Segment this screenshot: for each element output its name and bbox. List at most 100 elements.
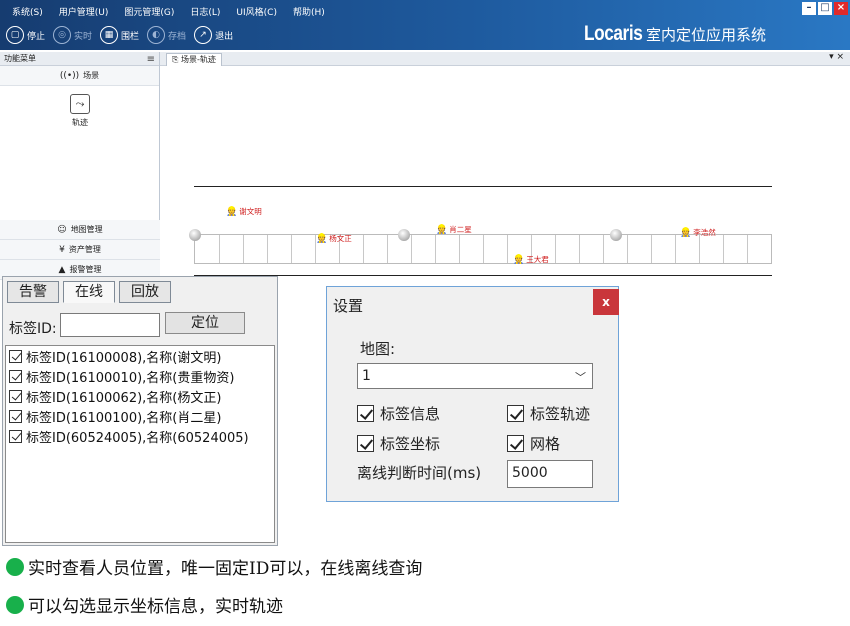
tab-menu-icon[interactable]: ▾ × [829,52,844,62]
close-icon[interactable]: × [834,2,848,15]
sidebar-item-track[interactable]: ⤳ 轨迹 [68,94,92,128]
realtime-button[interactable]: ◎ 实时 [53,26,92,44]
window-controls: – □ × [800,2,848,15]
tag-coord-checkbox[interactable]: 标签坐标 [357,433,440,454]
corridor-cell-divider [699,235,700,263]
scene-tab-icon: ⎘ [172,55,181,64]
list-item[interactable]: 标签ID(16100008),名称(谢文明) [6,346,274,366]
offline-time-label: 离线判断时间(ms) [357,464,482,482]
wall-line-bottom [194,275,772,276]
list-item[interactable]: 标签ID(16100100),名称(肖二星) [6,406,274,426]
maximize-icon[interactable]: □ [818,2,832,15]
stop-icon: ▢ [6,26,24,44]
realtime-icon: ◎ [53,26,72,44]
corridor-cell-divider [435,235,436,263]
corridor-cell-divider [411,235,412,263]
fence-icon: ▦ [100,26,119,44]
map-select[interactable]: 1 ﹀ [357,363,593,389]
person-marker[interactable]: 👷 肖二星 [436,224,472,235]
brand: Locaris 室内定位应用系统 [584,20,766,48]
settings-dialog: 设置 x 地图: 1 ﹀ 标签信息 标签轨迹 标签坐标 网格 离线判断时间(ms… [326,286,619,502]
person-marker[interactable]: 👷 杨文正 [316,233,352,244]
green-dot-icon [6,595,24,614]
sidebar-item-map-management[interactable]: ☺ 地图管理 [0,220,160,240]
chevron-down-icon: ﹀ [575,371,586,384]
sidebar-item-scene[interactable]: ((•)) 场景 [0,66,159,86]
minimize-icon[interactable]: – [802,2,816,15]
toolbar: ▢ 停止 ◎ 实时 ▦ 围栏 ◐ 存档 ↗ 退出 [6,22,241,48]
tag-checkbox[interactable] [9,369,22,383]
person-marker[interactable]: 👷 李浩然 [680,227,716,238]
corridor-cell-divider [459,235,460,263]
checkbox-checked[interactable] [507,405,524,422]
list-item[interactable]: 标签ID(16100010),名称(贵重物资) [6,366,274,386]
menu-user-management[interactable]: 用户管理(U) [51,3,117,19]
user-icon: ☺ [57,224,67,235]
tag-checkbox[interactable] [9,409,22,423]
pillar-icon [189,229,201,241]
corridor-cell-divider [627,235,628,263]
person-icon: 👷 [226,206,238,217]
corridor-cell-divider [603,235,604,263]
grid-checkbox[interactable]: 网格 [507,433,560,454]
list-item[interactable]: 标签ID(60524005),名称(60524005) [6,426,274,446]
corridor [194,234,772,264]
tag-info-checkbox[interactable]: 标签信息 [357,403,440,424]
tag-checkbox[interactable] [9,349,22,363]
menu-element-management[interactable]: 图元管理(G) [116,3,182,19]
person-marker[interactable]: 👷 王大君 [513,254,549,265]
map-select-value: 1 [362,368,371,384]
track-icon: ⤳ [70,94,90,114]
checkbox-checked[interactable] [507,435,524,452]
tag-list: 标签ID(16100008),名称(谢文明) 标签ID(16100010),名称… [5,345,275,543]
menu-system[interactable]: 系统(S) [4,3,51,19]
note-2: 可以勾选显示坐标信息，实时轨迹 [6,592,283,617]
menu-log[interactable]: 日志(L) [182,3,228,19]
title-bar: 系统(S) 用户管理(U) 图元管理(G) 日志(L) UI风格(C) 帮助(H… [0,0,850,50]
online-tag-panel: 告警 在线 回放 标签ID: 定位 标签ID(16100008),名称(谢文明)… [2,276,278,546]
corridor-cell-divider [723,235,724,263]
pillar-icon [398,229,410,241]
tag-checkbox[interactable] [9,429,22,443]
menu-help[interactable]: 帮助(H) [285,3,333,19]
checkbox-checked[interactable] [357,405,374,422]
menu-bar: 系统(S) 用户管理(U) 图元管理(G) 日志(L) UI风格(C) 帮助(H… [4,3,333,19]
tab-alarm[interactable]: 告警 [7,281,59,303]
store-button[interactable]: ◐ 存档 [147,26,186,44]
dialog-title: 设置 [333,297,364,315]
fence-button[interactable]: ▦ 围栏 [100,26,139,44]
tag-checkbox[interactable] [9,389,22,403]
corridor-cell-divider [387,235,388,263]
store-icon: ◐ [147,26,166,44]
corridor-cell-divider [507,235,508,263]
brand-logo: Locaris [584,22,643,45]
locate-button[interactable]: 定位 [165,312,245,334]
tag-id-input[interactable] [60,313,160,337]
person-icon: 👷 [316,233,328,244]
sidebar-bottom-sections: ☺ 地图管理 ¥ 资产管理 ▲ 报警管理 [0,220,160,280]
person-marker[interactable]: 👷 谢文明 [226,206,262,217]
tab-playback[interactable]: 回放 [119,281,171,303]
antenna-icon: ((•)) [59,70,80,81]
exit-button[interactable]: ↗ 退出 [194,26,233,44]
tag-track-checkbox[interactable]: 标签轨迹 [507,403,590,424]
tab-online[interactable]: 在线 [63,281,115,303]
menu-ui-style[interactable]: UI风格(C) [228,3,285,19]
person-icon: 👷 [513,254,525,265]
panel-tabs: 告警 在线 回放 [7,281,175,303]
corridor-cell-divider [291,235,292,263]
green-dot-icon [6,557,24,576]
offline-time-input[interactable]: 5000 [507,460,593,488]
stop-button[interactable]: ▢ 停止 [6,26,45,44]
sidebar-item-asset-management[interactable]: ¥ 资产管理 [0,240,160,260]
yen-icon: ¥ [59,244,65,255]
corridor-cell-divider [675,235,676,263]
tab-scene-track[interactable]: ⎘ 场景-轨迹 [166,53,222,66]
hamburger-icon[interactable]: ≡ [147,53,155,67]
list-item[interactable]: 标签ID(16100062),名称(杨文正) [6,386,274,406]
checkbox-checked[interactable] [357,435,374,452]
dialog-close-button[interactable]: x [593,289,619,315]
wall-line-top [194,186,772,187]
note-1: 实时查看人员位置，唯一固定ID可以，在线离线查询 [6,554,422,579]
corridor-cell-divider [579,235,580,263]
